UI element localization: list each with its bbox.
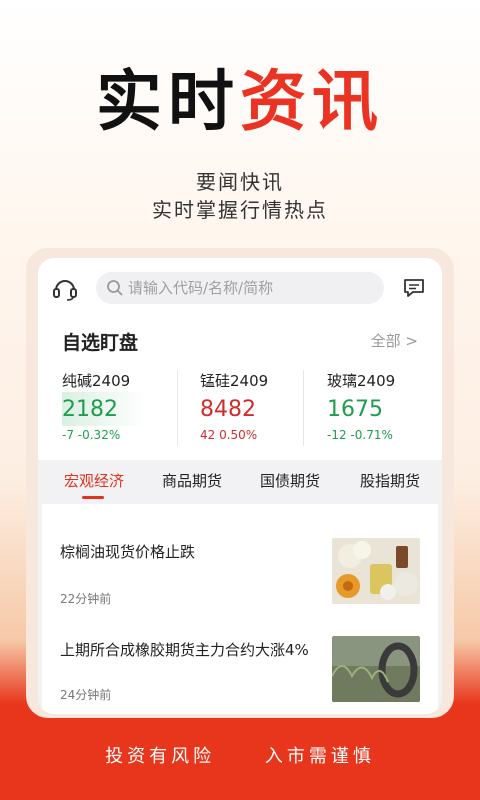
quote-price: 1675 [327, 397, 383, 422]
quote-price: 8482 [200, 397, 256, 422]
news-headline: 上期所合成橡胶期货主力合约大涨4% [60, 641, 309, 659]
news-thumbnail [332, 636, 420, 702]
watchlist-title: 自选盯盘 [62, 332, 139, 354]
risk-warning: 投资有风险 入市需谨慎 [0, 742, 480, 768]
quote-name: 锰硅2409 [200, 372, 269, 390]
risk-warning-right: 入市需谨慎 [264, 746, 375, 767]
tab-index[interactable]: 股指期货 [360, 470, 420, 491]
tab-macro[interactable]: 宏观经济 [64, 470, 124, 491]
search-icon [107, 280, 123, 296]
hero-title-red: 资讯 [240, 63, 384, 140]
top-bar [38, 258, 442, 320]
message-icon[interactable] [402, 276, 426, 300]
quote-card[interactable]: 锰硅2409 8482 42 0.50% [200, 370, 314, 450]
news-tabs: 宏观经济 商品期货 国债期货 股指期货 [42, 460, 438, 504]
quote-card[interactable]: 玻璃2409 1675 -12 -0.71% [327, 370, 441, 450]
news-time: 24分钟前 [60, 688, 112, 702]
hero-title-black: 实时 [96, 63, 240, 140]
watchlist-panel: 自选盯盘 全部 > 纯碱2409 2182 -7 -0.32% 锰硅2409 8… [38, 320, 442, 467]
risk-warning-left: 投资有风险 [105, 746, 216, 767]
divider [303, 370, 304, 446]
news-thumbnail [332, 538, 420, 604]
tab-commodity[interactable]: 商品期货 [162, 470, 222, 491]
hero-title: 实时资讯 [0, 62, 480, 142]
news-item[interactable]: 上期所合成橡胶期货主力合约大涨4% 24分钟前 [42, 636, 438, 714]
quote-name: 玻璃2409 [327, 372, 396, 390]
quote-change: -12 -0.71% [327, 428, 393, 442]
customer-service-icon[interactable] [52, 276, 78, 302]
quote-price: 2182 [62, 397, 118, 422]
news-time: 22分钟前 [60, 592, 112, 606]
news-panel: 宏观经济 商品期货 国债期货 股指期货 棕榈油现货价格止跌 22分钟前 上期所合 [42, 460, 438, 714]
app-screen: 自选盯盘 全部 > 纯碱2409 2182 -7 -0.32% 锰硅2409 8… [38, 258, 442, 714]
quote-change: -7 -0.32% [62, 428, 121, 442]
quote-name: 纯碱2409 [62, 372, 131, 390]
search-box[interactable] [96, 272, 384, 304]
divider [177, 370, 178, 446]
tab-treasury[interactable]: 国债期货 [260, 470, 320, 491]
news-headline: 棕榈油现货价格止跌 [60, 543, 196, 561]
subtitle-line1: 要闻快讯 [196, 170, 284, 194]
watchlist-more-link[interactable]: 全部 > [371, 330, 418, 351]
quote-change: 42 0.50% [200, 428, 258, 442]
subtitle-line2: 实时掌握行情热点 [152, 198, 328, 222]
active-tab-indicator [82, 496, 104, 499]
search-input[interactable] [128, 272, 378, 304]
news-item[interactable]: 棕榈油现货价格止跌 22分钟前 [42, 538, 438, 628]
quote-card[interactable]: 纯碱2409 2182 -7 -0.32% [62, 370, 176, 450]
